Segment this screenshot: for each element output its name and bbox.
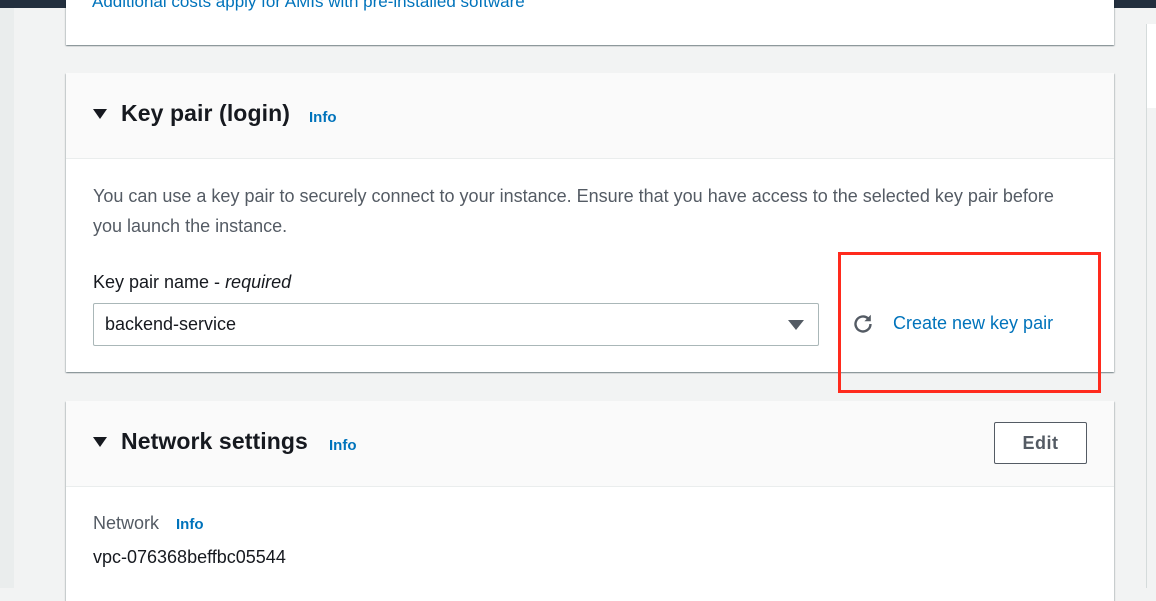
network-value: vpc-076368beffbc05544 (93, 547, 286, 567)
network-label: Network (93, 513, 160, 533)
key-pair-select[interactable]: backend-service (93, 303, 819, 346)
key-pair-header[interactable]: Key pair (login) Info (66, 73, 1114, 159)
key-pair-description: You can use a key pair to securely conne… (93, 186, 1054, 236)
network-settings-title: Network settings (121, 428, 308, 454)
network-settings-section: Network settings Info Edit Network Info … (66, 401, 1114, 601)
caret-down-icon (788, 320, 804, 330)
required-label: required (225, 272, 292, 292)
key-pair-info-link[interactable]: Info (309, 109, 337, 126)
left-gutter (0, 8, 14, 588)
right-side-panel-border (1146, 108, 1156, 588)
edit-button[interactable]: Edit (994, 422, 1087, 464)
additional-costs-link[interactable]: Additional costs apply for AMIs with pre… (92, 0, 525, 12)
expand-caret-icon[interactable] (93, 437, 107, 447)
right-side-panel (1146, 24, 1156, 108)
key-pair-selected-value: backend-service (105, 314, 237, 334)
key-pair-name-label-text: Key pair name - (93, 272, 226, 292)
previous-section-card: Additional costs apply for AMIs with pre… (66, 0, 1114, 45)
network-settings-info-link[interactable]: Info (329, 437, 357, 454)
key-pair-title: Key pair (login) (121, 100, 291, 126)
expand-caret-icon[interactable] (93, 109, 107, 119)
network-settings-header[interactable]: Network settings Info Edit (66, 401, 1114, 487)
key-pair-name-label: Key pair name - required (93, 272, 291, 293)
highlight-annotation-box (838, 252, 1101, 393)
network-info-link[interactable]: Info (176, 516, 204, 533)
